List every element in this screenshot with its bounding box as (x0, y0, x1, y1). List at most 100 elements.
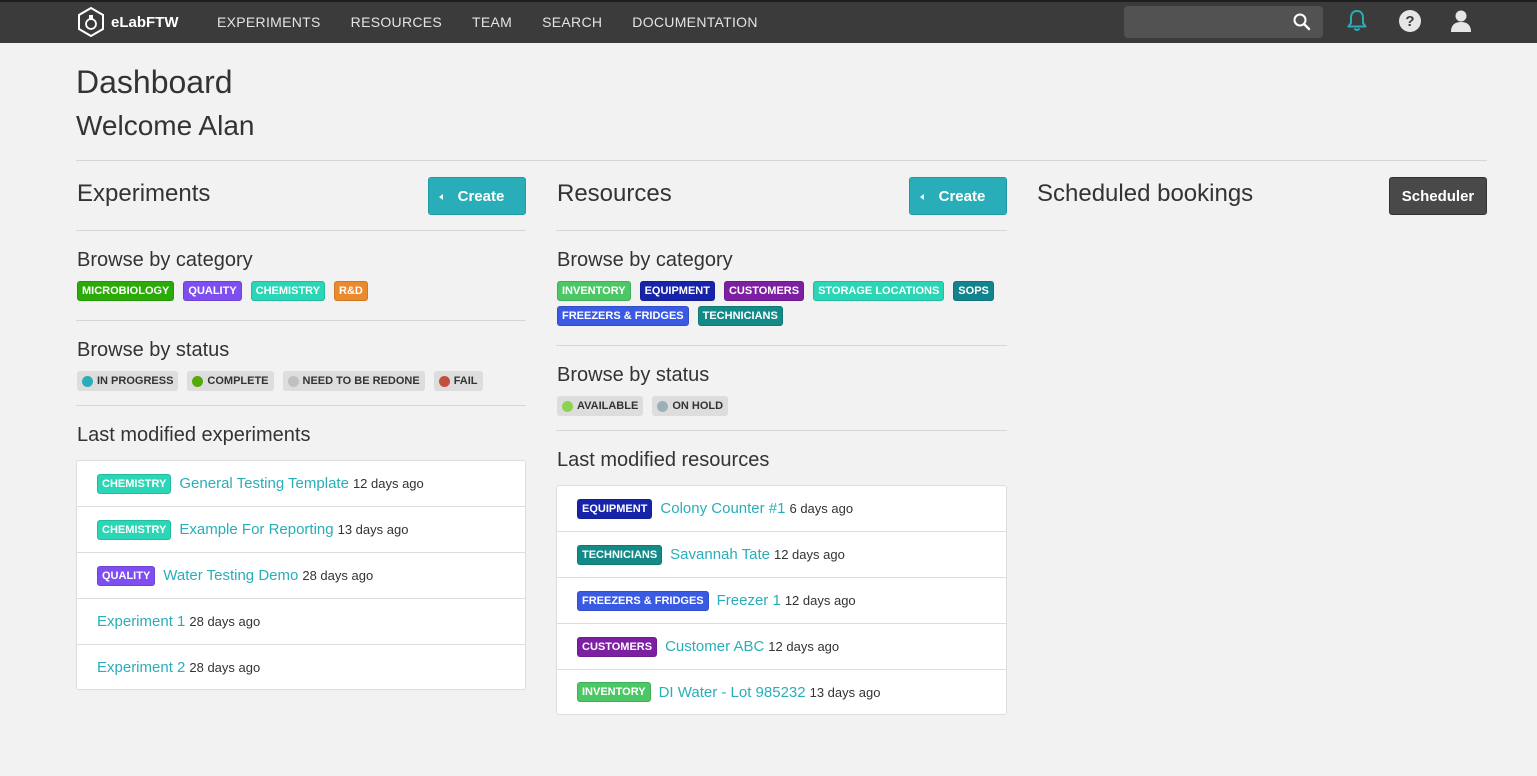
experiments-list-item: Experiment 1 28 days ago (77, 599, 525, 645)
brand-name: eLabFTW (111, 13, 179, 31)
welcome-message: Welcome Alan (76, 110, 255, 141)
item-category-tag[interactable]: TECHNICIANS (577, 544, 663, 565)
experiments-category-list: MICROBIOLOGY QUALITY CHEMISTRY R&D (77, 281, 526, 306)
item-modified-date: 12 days ago (768, 639, 840, 654)
resources-category-title: Browse by category (557, 249, 733, 271)
create-resource-button[interactable]: Create (909, 177, 1007, 215)
resources-column: Resources Create Browse by category INVE… (556, 161, 1007, 715)
create-label: Create (457, 187, 505, 205)
resources-list-item: EQUIPMENT Colony Counter #1 6 days ago (557, 486, 1006, 532)
item-title-link[interactable]: Water Testing Demo (163, 567, 298, 584)
create-experiment-button[interactable]: Create (428, 177, 526, 215)
experiments-status-in-progress[interactable]: IN PROGRESS (77, 371, 179, 391)
scheduler-button[interactable]: Scheduler (1389, 177, 1487, 215)
item-title-link[interactable]: Example For Reporting (179, 521, 333, 538)
experiments-list-item: CHEMISTRY Example For Reporting 13 days ag… (77, 507, 525, 553)
status-dot-icon (192, 375, 204, 387)
status-dot-icon (82, 375, 93, 387)
item-category-tag[interactable]: FREEZERS & FRIDGES (577, 590, 709, 611)
experiments-status-complete[interactable]: COMPLETE (187, 371, 274, 391)
status-label: AVAILABLE (577, 400, 639, 412)
experiments-column: Experiments Create Browse by category MI… (76, 161, 526, 690)
nav-team[interactable]: TEAM (472, 14, 512, 30)
status-dot-icon (657, 400, 669, 412)
last-modified-resources-title: Last modified resources (557, 449, 770, 471)
item-modified-date: 28 days ago (189, 659, 261, 675)
nav-experiments[interactable]: EXPERIMENTS (217, 14, 321, 30)
experiments-tag-quality[interactable]: QUALITY (183, 281, 242, 301)
resources-status-available[interactable]: AVAILABLE (557, 396, 644, 416)
item-modified-date: 13 days ago (337, 522, 409, 537)
resources-tag-storage-locations[interactable]: STORAGE LOCATIONS (813, 281, 945, 301)
item-category-tag[interactable]: QUALITY (97, 565, 156, 586)
experiments-status-list: IN PROGRESS COMPLETE NEED TO BE REDONE FAIL (77, 371, 526, 391)
item-title-link[interactable]: Freezer 1 (717, 592, 781, 609)
experiments-list-item: CHEMISTRY General Testing Template 12 days… (77, 461, 525, 507)
item-modified-date: 12 days ago (773, 547, 845, 562)
resources-tag-customers[interactable]: CUSTOMERS (723, 281, 805, 301)
resources-tag-freezers-and-fridges[interactable]: FREEZERS & FRIDGES (557, 306, 689, 326)
item-modified-date: 28 days ago (189, 614, 261, 629)
item-modified-date: 12 days ago (784, 593, 856, 608)
item-title-link[interactable]: General Testing Template (179, 475, 349, 492)
nav-resources[interactable]: RESOURCES (351, 14, 442, 30)
status-dot-icon (438, 375, 450, 387)
top-navbar: eLabFTW EXPERIMENTS RESOURCES TEAM SEARC… (0, 0, 1537, 43)
item-title-link[interactable]: DI Water - Lot 985232 (659, 684, 806, 701)
item-category-tag[interactable]: CHEMISTRY (97, 519, 172, 540)
experiments-status-fail[interactable]: FAIL (433, 371, 483, 391)
item-title-link[interactable]: Savannah Tate (670, 546, 770, 563)
experiments-tag-microbiology[interactable]: MICROBIOLOGY (77, 281, 175, 301)
status-label: ON HOLD (672, 400, 724, 412)
bell-icon[interactable] (1344, 8, 1370, 34)
item-title-link[interactable]: Experiment 2 (97, 659, 185, 676)
experiments-list-item: Experiment 2 28 days ago (77, 645, 525, 689)
item-title-link[interactable]: Experiment 1 (97, 613, 185, 630)
resources-tag-equipment[interactable]: EQUIPMENT (639, 281, 715, 301)
item-modified-date: 12 days ago (352, 476, 424, 491)
status-label: NEED TO BE REDONE (302, 375, 420, 387)
resources-tag-sops[interactable]: SOPS (953, 281, 994, 301)
item-title-link[interactable]: Colony Counter #1 (660, 500, 785, 517)
last-modified-experiments-list: CHEMISTRY General Testing Template 12 days… (76, 460, 526, 690)
experiments-tag-randd[interactable]: R&D (334, 281, 368, 301)
help-icon[interactable]: ? (1397, 8, 1423, 34)
item-modified-date: 28 days ago (302, 568, 374, 583)
resources-status-title: Browse by status (557, 364, 710, 386)
item-category-tag[interactable]: EQUIPMENT (577, 498, 653, 519)
item-title-link[interactable]: Customer ABC (665, 638, 764, 655)
resources-list-item: INVENTORY DI Water - Lot 985232 13 days ag… (557, 670, 1006, 714)
item-category-tag[interactable]: INVENTORY (577, 682, 651, 702)
nav-documentation[interactable]: DOCUMENTATION (632, 14, 757, 30)
item-category-tag[interactable]: CUSTOMERS (577, 636, 658, 657)
status-label: FAIL (453, 375, 478, 387)
last-modified-resources-list: EQUIPMENT Colony Counter #1 6 days ago TECH… (556, 485, 1007, 715)
elabftw-logo-icon (78, 7, 104, 37)
create-label: Create (938, 187, 986, 205)
item-category-tag[interactable]: CHEMISTRY (97, 473, 172, 494)
status-label: COMPLETE (207, 375, 269, 387)
caret-left-icon (920, 194, 924, 200)
resources-tag-technicians[interactable]: TECHNICIANS (697, 306, 783, 326)
item-modified-date: 13 days ago (809, 684, 881, 700)
experiments-tag-chemistry[interactable]: CHEMISTRY (250, 281, 326, 301)
status-label: IN PROGRESS (97, 375, 174, 387)
experiments-status-need-to-be-redone[interactable]: NEED TO BE REDONE (282, 371, 425, 391)
experiments-list-item: QUALITY Water Testing Demo 28 days ago (77, 553, 525, 599)
item-modified-date: 6 days ago (789, 501, 854, 516)
nav-search[interactable]: SEARCH (542, 14, 602, 30)
experiments-status-title: Browse by status (77, 339, 230, 361)
resources-status-list: AVAILABLE ON HOLD (557, 396, 1007, 416)
caret-left-icon (439, 194, 443, 200)
resources-title: Resources (557, 180, 672, 207)
search-icon[interactable] (1292, 12, 1312, 32)
user-icon[interactable] (1448, 8, 1474, 34)
brand[interactable]: eLabFTW (76, 7, 179, 37)
resources-status-on-hold[interactable]: ON HOLD (652, 396, 729, 416)
bookings-column: Scheduled bookings Scheduler (1036, 161, 1487, 231)
page-title: Dashboard (76, 64, 233, 100)
svg-text:?: ? (1405, 13, 1414, 30)
experiments-title: Experiments (77, 180, 211, 207)
resources-tag-inventory[interactable]: INVENTORY (557, 281, 631, 301)
last-modified-experiments-title: Last modified experiments (77, 424, 311, 446)
